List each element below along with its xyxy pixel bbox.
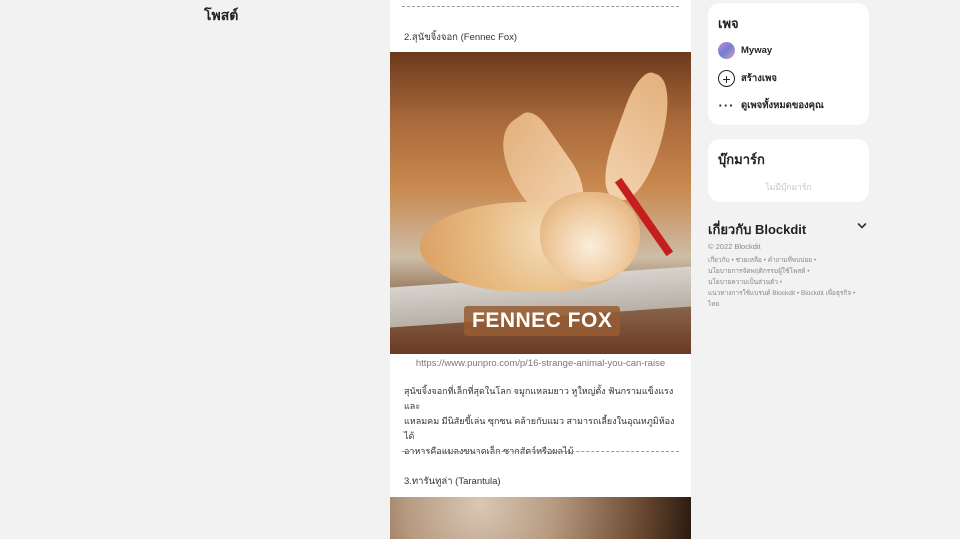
footer-link-line[interactable]: นโยบายความเป็นส่วนตัว • <box>708 277 868 288</box>
post-divider <box>402 6 679 7</box>
post-divider <box>402 451 679 452</box>
bookmarks-card-title: บุ๊กมาร์ก <box>718 152 765 167</box>
post-heading-fennec-fox: 2.สุนัขจิ้งจอก (Fennec Fox) <box>404 32 518 43</box>
plus-circle-icon: + <box>718 70 735 87</box>
footer-link-line[interactable]: เกี่ยวกับ • ช่วยเหลือ • คำถามที่พบบ่อย • <box>708 255 868 266</box>
tarantula-image[interactable] <box>390 497 691 539</box>
more-dots-icon: ··· <box>718 98 735 113</box>
image-fox-head <box>540 192 640 282</box>
description-line: สุนัขจิ้งจอกที่เล็กที่สุดในโลก จมูกแหลมย… <box>404 386 674 411</box>
view-all-pages-link[interactable]: ··· ดูเพจทั้งหมดของคุณ <box>718 98 824 113</box>
pages-card-title: เพจ <box>718 16 739 31</box>
pages-card: เพจ Myway + สร้างเพจ ··· ดูเพจทั้งหมดของ… <box>708 3 869 125</box>
bookmarks-card: บุ๊กมาร์ก ไม่มีบุ๊กมาร์ก <box>708 139 869 202</box>
footer-link-line[interactable]: ไทย <box>708 299 868 310</box>
chevron-down-icon[interactable] <box>857 221 867 231</box>
about-blockdit-title[interactable]: เกี่ยวกับ Blockdit <box>708 219 806 240</box>
avatar <box>718 42 735 59</box>
create-page-button[interactable]: + สร้างเพจ <box>718 70 777 87</box>
image-source-link[interactable]: https://www.punpro.com/p/16-strange-anim… <box>390 358 691 369</box>
footer-links: เกี่ยวกับ • ช่วยเหลือ • คำถามที่พบบ่อย •… <box>708 255 868 310</box>
create-page-label: สร้างเพจ <box>741 73 777 84</box>
page-item-myway[interactable]: Myway <box>718 42 772 59</box>
copyright-text: © 2022 Blockdit <box>708 242 761 251</box>
post-heading-tarantula: 3.ทารันทูล่า (Tarantula) <box>404 476 501 487</box>
footer-link-line[interactable]: แนวทางการใช้แบรนด์ Blockdit • Blockdit เ… <box>708 288 868 299</box>
image-caption-badge: FENNEC FOX <box>464 306 621 336</box>
bookmarks-empty-note: ไม่มีบุ๊กมาร์ก <box>765 182 812 192</box>
post-feed: 2.สุนัขจิ้งจอก (Fennec Fox) FENNEC FOX h… <box>390 0 691 539</box>
footer-link-line[interactable]: นโยบายการจัดพฤติกรรมผู้ใช้โพสต์ • <box>708 266 868 277</box>
image-fox-ear-right <box>595 68 683 206</box>
fennec-fox-image[interactable]: FENNEC FOX <box>390 52 691 354</box>
post-description: สุนัขจิ้งจอกที่เล็กที่สุดในโลก จมูกแหลมย… <box>404 384 678 459</box>
page-item-label: Myway <box>741 45 773 56</box>
view-all-pages-label: ดูเพจทั้งหมดของคุณ <box>741 100 824 111</box>
description-line: แหลมคม มีนิสัยขี้เล่น ซุกซน คล้ายกับแมว … <box>404 416 675 441</box>
page-heading-posts: โพสต์ <box>204 7 239 23</box>
